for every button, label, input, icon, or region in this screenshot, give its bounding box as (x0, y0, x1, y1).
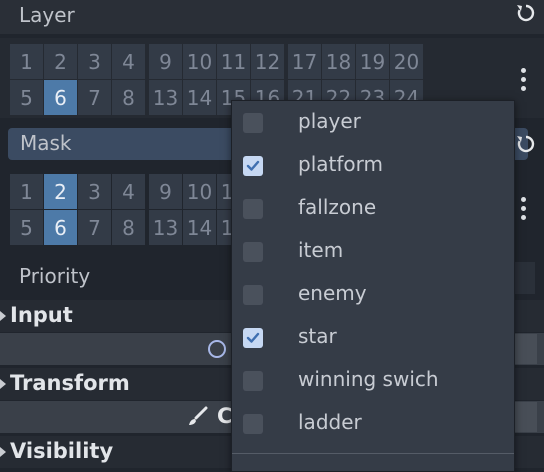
dropdown-item-label: winning swich (298, 367, 439, 391)
dropdown-item[interactable]: star (232, 317, 514, 360)
visibility-section-title: Visibility (10, 439, 114, 463)
layer-cell-4[interactable]: 4 (112, 44, 145, 79)
dropdown-item[interactable]: player (232, 102, 514, 145)
input-section-title: Input (10, 303, 73, 327)
mask-cell-6[interactable]: 6 (44, 210, 77, 245)
dropdown-separator (232, 453, 514, 454)
layer-cell-1[interactable]: 1 (10, 44, 43, 79)
layer-cell-20[interactable]: 20 (390, 44, 423, 79)
checkbox-icon[interactable] (243, 414, 263, 434)
checkbox-icon[interactable] (243, 242, 263, 262)
vertical-dots-icon[interactable] (521, 68, 527, 95)
layer-cell-9[interactable]: 9 (149, 44, 182, 79)
mask-cell-14[interactable]: 14 (183, 210, 216, 245)
layer-header: Layer (0, 0, 544, 34)
dropdown-item-label: star (298, 324, 337, 348)
dropdown-item[interactable]: winning swich (232, 360, 514, 403)
mask-cell-7[interactable]: 7 (78, 210, 111, 245)
layer-cell-11[interactable]: 11 (217, 44, 250, 79)
layer-cell-10[interactable]: 10 (183, 44, 216, 79)
layer-cell-19[interactable]: 19 (356, 44, 389, 79)
layer-cell-8[interactable]: 8 (112, 80, 145, 115)
reset-icon[interactable] (515, 2, 537, 30)
vertical-dots-icon[interactable] (521, 197, 527, 224)
layer-cell-3[interactable]: 3 (78, 44, 111, 79)
layer-cell-13[interactable]: 13 (149, 80, 182, 115)
priority-field[interactable] (513, 262, 535, 294)
layer-cell-5[interactable]: 5 (10, 80, 43, 115)
mask-grid-block-1: 1234 5678 (10, 174, 145, 245)
checkbox-icon[interactable] (243, 371, 263, 391)
dropdown-item-label: item (298, 238, 344, 262)
layer-cell-7[interactable]: 7 (78, 80, 111, 115)
mask-cell-2[interactable]: 2 (44, 174, 77, 209)
mask-cell-4[interactable]: 4 (112, 174, 145, 209)
collapse-arrow-icon (0, 379, 6, 389)
dropdown-item[interactable]: item (232, 231, 514, 274)
dropdown-item-label: enemy (298, 281, 367, 305)
priority-label: Priority (19, 264, 91, 288)
dropdown-item[interactable]: ladder (232, 403, 514, 446)
mask-cell-8[interactable]: 8 (112, 210, 145, 245)
dropdown-item-label: platform (298, 152, 383, 176)
mask-cell-1[interactable]: 1 (10, 174, 43, 209)
checkbox-icon[interactable] (243, 285, 263, 305)
dropdown-item[interactable]: platform (232, 145, 514, 188)
checkbox-icon[interactable] (243, 113, 263, 133)
collapse-arrow-icon (0, 311, 6, 321)
layer-cell-18[interactable]: 18 (322, 44, 355, 79)
mask-cell-9[interactable]: 9 (149, 174, 182, 209)
transform-section-title: Transform (10, 371, 130, 395)
layer-grid-block-1: 1234 5678 (10, 44, 145, 115)
input-row-end[interactable] (513, 334, 537, 364)
dropdown-item[interactable]: enemy (232, 274, 514, 317)
mask-cell-3[interactable]: 3 (78, 174, 111, 209)
layer-mask-dropdown: player platform fallzone item enemy star winni… (231, 100, 515, 472)
reset-icon[interactable] (515, 133, 537, 161)
checkbox-checked-icon[interactable] (243, 156, 263, 176)
mask-cell-10[interactable]: 10 (183, 174, 216, 209)
brush-icon (186, 406, 208, 432)
mask-cell-13[interactable]: 13 (149, 210, 182, 245)
mask-cell-5[interactable]: 5 (10, 210, 43, 245)
dropdown-item-label: fallzone (298, 195, 377, 219)
collapse-arrow-icon (0, 447, 6, 457)
circle-icon (208, 340, 226, 358)
dropdown-item-label: player (298, 109, 361, 133)
dropdown-item-label: ladder (298, 410, 362, 434)
layer-label: Layer (19, 3, 75, 27)
dropdown-item[interactable]: fallzone (232, 188, 514, 231)
layer-cell-6[interactable]: 6 (44, 80, 77, 115)
checkbox-icon[interactable] (243, 199, 263, 219)
checkbox-checked-icon[interactable] (243, 328, 263, 348)
layer-cell-17[interactable]: 17 (288, 44, 321, 79)
transform-row-end[interactable] (513, 402, 537, 432)
layer-cell-2[interactable]: 2 (44, 44, 77, 79)
layer-cell-12[interactable]: 12 (251, 44, 284, 79)
mask-label: Mask (20, 131, 72, 155)
layer-cell-14[interactable]: 14 (183, 80, 216, 115)
